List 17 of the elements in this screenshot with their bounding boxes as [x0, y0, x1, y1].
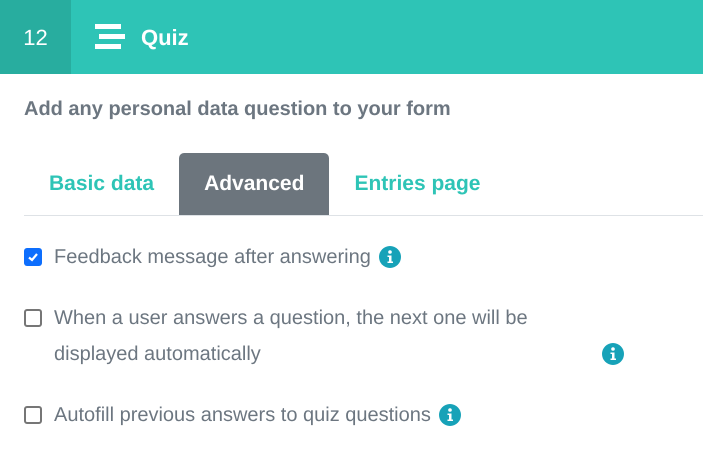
question-number: 12	[0, 0, 71, 74]
intro-text: Add any personal data question to your form	[24, 97, 452, 122]
checkbox[interactable]	[24, 406, 42, 424]
option-label: Autofill previous answers to quiz questions	[54, 403, 431, 428]
option-label: Feedback message after answering	[54, 245, 371, 270]
checkbox[interactable]	[24, 309, 42, 327]
tab[interactable]: Basic data	[24, 153, 180, 215]
info-icon[interactable]	[438, 404, 461, 426]
tab[interactable]: Entries page	[329, 153, 506, 215]
checkbox[interactable]	[24, 248, 42, 266]
tab[interactable]: Advanced	[179, 153, 330, 215]
check-icon	[27, 251, 39, 263]
info-icon[interactable]	[602, 343, 624, 365]
quiz-title: Quiz	[141, 24, 189, 52]
option-label: When a user answers a question, the next one will be displayed automatically	[54, 306, 529, 367]
menu-icon	[95, 24, 125, 50]
info-icon[interactable]	[378, 246, 401, 268]
